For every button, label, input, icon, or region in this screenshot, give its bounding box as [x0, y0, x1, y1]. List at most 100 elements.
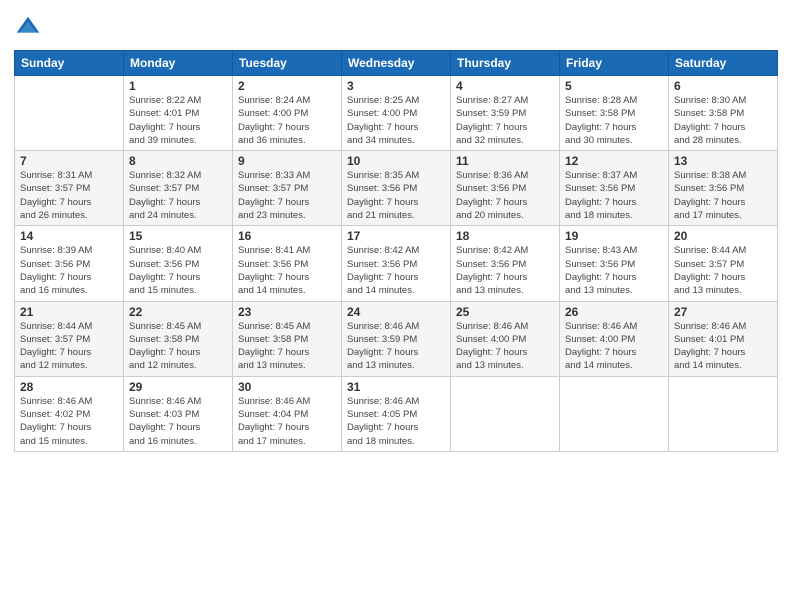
- calendar-cell: 10Sunrise: 8:35 AM Sunset: 3:56 PM Dayli…: [342, 151, 451, 226]
- day-number: 1: [129, 79, 227, 93]
- calendar-cell: 18Sunrise: 8:42 AM Sunset: 3:56 PM Dayli…: [451, 226, 560, 301]
- day-detail: Sunrise: 8:46 AM Sunset: 4:00 PM Dayligh…: [565, 320, 663, 373]
- calendar-cell: 26Sunrise: 8:46 AM Sunset: 4:00 PM Dayli…: [560, 301, 669, 376]
- calendar-week-3: 14Sunrise: 8:39 AM Sunset: 3:56 PM Dayli…: [15, 226, 778, 301]
- day-detail: Sunrise: 8:27 AM Sunset: 3:59 PM Dayligh…: [456, 94, 554, 147]
- col-header-friday: Friday: [560, 51, 669, 76]
- col-header-wednesday: Wednesday: [342, 51, 451, 76]
- calendar-cell: 7Sunrise: 8:31 AM Sunset: 3:57 PM Daylig…: [15, 151, 124, 226]
- day-number: 2: [238, 79, 336, 93]
- calendar-cell: 11Sunrise: 8:36 AM Sunset: 3:56 PM Dayli…: [451, 151, 560, 226]
- day-detail: Sunrise: 8:46 AM Sunset: 4:03 PM Dayligh…: [129, 395, 227, 448]
- calendar-cell: 27Sunrise: 8:46 AM Sunset: 4:01 PM Dayli…: [669, 301, 778, 376]
- calendar-cell: [451, 376, 560, 451]
- day-detail: Sunrise: 8:38 AM Sunset: 3:56 PM Dayligh…: [674, 169, 772, 222]
- calendar-cell: 16Sunrise: 8:41 AM Sunset: 3:56 PM Dayli…: [233, 226, 342, 301]
- day-detail: Sunrise: 8:24 AM Sunset: 4:00 PM Dayligh…: [238, 94, 336, 147]
- day-detail: Sunrise: 8:33 AM Sunset: 3:57 PM Dayligh…: [238, 169, 336, 222]
- day-number: 31: [347, 380, 445, 394]
- calendar-cell: [15, 76, 124, 151]
- day-number: 25: [456, 305, 554, 319]
- calendar-cell: 6Sunrise: 8:30 AM Sunset: 3:58 PM Daylig…: [669, 76, 778, 151]
- day-detail: Sunrise: 8:45 AM Sunset: 3:58 PM Dayligh…: [129, 320, 227, 373]
- day-detail: Sunrise: 8:39 AM Sunset: 3:56 PM Dayligh…: [20, 244, 118, 297]
- calendar-cell: 31Sunrise: 8:46 AM Sunset: 4:05 PM Dayli…: [342, 376, 451, 451]
- calendar-cell: [669, 376, 778, 451]
- day-number: 12: [565, 154, 663, 168]
- calendar-cell: [560, 376, 669, 451]
- calendar-cell: 8Sunrise: 8:32 AM Sunset: 3:57 PM Daylig…: [124, 151, 233, 226]
- day-detail: Sunrise: 8:42 AM Sunset: 3:56 PM Dayligh…: [347, 244, 445, 297]
- day-number: 13: [674, 154, 772, 168]
- day-number: 6: [674, 79, 772, 93]
- calendar-cell: 15Sunrise: 8:40 AM Sunset: 3:56 PM Dayli…: [124, 226, 233, 301]
- col-header-tuesday: Tuesday: [233, 51, 342, 76]
- day-detail: Sunrise: 8:28 AM Sunset: 3:58 PM Dayligh…: [565, 94, 663, 147]
- calendar-week-2: 7Sunrise: 8:31 AM Sunset: 3:57 PM Daylig…: [15, 151, 778, 226]
- calendar-cell: 20Sunrise: 8:44 AM Sunset: 3:57 PM Dayli…: [669, 226, 778, 301]
- col-header-monday: Monday: [124, 51, 233, 76]
- col-header-sunday: Sunday: [15, 51, 124, 76]
- day-number: 23: [238, 305, 336, 319]
- day-detail: Sunrise: 8:44 AM Sunset: 3:57 PM Dayligh…: [674, 244, 772, 297]
- day-detail: Sunrise: 8:46 AM Sunset: 4:02 PM Dayligh…: [20, 395, 118, 448]
- day-number: 18: [456, 229, 554, 243]
- calendar-table: SundayMondayTuesdayWednesdayThursdayFrid…: [14, 50, 778, 452]
- calendar-cell: 30Sunrise: 8:46 AM Sunset: 4:04 PM Dayli…: [233, 376, 342, 451]
- day-number: 19: [565, 229, 663, 243]
- header: [14, 10, 778, 42]
- col-header-thursday: Thursday: [451, 51, 560, 76]
- calendar-cell: 19Sunrise: 8:43 AM Sunset: 3:56 PM Dayli…: [560, 226, 669, 301]
- day-detail: Sunrise: 8:46 AM Sunset: 3:59 PM Dayligh…: [347, 320, 445, 373]
- day-detail: Sunrise: 8:37 AM Sunset: 3:56 PM Dayligh…: [565, 169, 663, 222]
- day-detail: Sunrise: 8:43 AM Sunset: 3:56 PM Dayligh…: [565, 244, 663, 297]
- day-number: 3: [347, 79, 445, 93]
- day-detail: Sunrise: 8:44 AM Sunset: 3:57 PM Dayligh…: [20, 320, 118, 373]
- logo-icon: [14, 14, 42, 42]
- day-number: 14: [20, 229, 118, 243]
- day-number: 8: [129, 154, 227, 168]
- calendar-cell: 21Sunrise: 8:44 AM Sunset: 3:57 PM Dayli…: [15, 301, 124, 376]
- day-number: 22: [129, 305, 227, 319]
- day-number: 20: [674, 229, 772, 243]
- calendar-cell: 12Sunrise: 8:37 AM Sunset: 3:56 PM Dayli…: [560, 151, 669, 226]
- logo: [14, 14, 46, 42]
- page: SundayMondayTuesdayWednesdayThursdayFrid…: [0, 0, 792, 612]
- calendar-week-4: 21Sunrise: 8:44 AM Sunset: 3:57 PM Dayli…: [15, 301, 778, 376]
- day-number: 16: [238, 229, 336, 243]
- calendar-cell: 1Sunrise: 8:22 AM Sunset: 4:01 PM Daylig…: [124, 76, 233, 151]
- calendar-cell: 28Sunrise: 8:46 AM Sunset: 4:02 PM Dayli…: [15, 376, 124, 451]
- calendar-header-row: SundayMondayTuesdayWednesdayThursdayFrid…: [15, 51, 778, 76]
- calendar-cell: 22Sunrise: 8:45 AM Sunset: 3:58 PM Dayli…: [124, 301, 233, 376]
- calendar-cell: 5Sunrise: 8:28 AM Sunset: 3:58 PM Daylig…: [560, 76, 669, 151]
- day-detail: Sunrise: 8:30 AM Sunset: 3:58 PM Dayligh…: [674, 94, 772, 147]
- calendar-cell: 17Sunrise: 8:42 AM Sunset: 3:56 PM Dayli…: [342, 226, 451, 301]
- calendar-cell: 14Sunrise: 8:39 AM Sunset: 3:56 PM Dayli…: [15, 226, 124, 301]
- day-detail: Sunrise: 8:31 AM Sunset: 3:57 PM Dayligh…: [20, 169, 118, 222]
- day-number: 5: [565, 79, 663, 93]
- day-number: 24: [347, 305, 445, 319]
- day-number: 30: [238, 380, 336, 394]
- calendar-cell: 25Sunrise: 8:46 AM Sunset: 4:00 PM Dayli…: [451, 301, 560, 376]
- day-number: 27: [674, 305, 772, 319]
- day-detail: Sunrise: 8:35 AM Sunset: 3:56 PM Dayligh…: [347, 169, 445, 222]
- day-number: 11: [456, 154, 554, 168]
- day-number: 7: [20, 154, 118, 168]
- day-detail: Sunrise: 8:40 AM Sunset: 3:56 PM Dayligh…: [129, 244, 227, 297]
- day-detail: Sunrise: 8:25 AM Sunset: 4:00 PM Dayligh…: [347, 94, 445, 147]
- calendar-cell: 23Sunrise: 8:45 AM Sunset: 3:58 PM Dayli…: [233, 301, 342, 376]
- day-detail: Sunrise: 8:32 AM Sunset: 3:57 PM Dayligh…: [129, 169, 227, 222]
- calendar-week-5: 28Sunrise: 8:46 AM Sunset: 4:02 PM Dayli…: [15, 376, 778, 451]
- day-detail: Sunrise: 8:46 AM Sunset: 4:04 PM Dayligh…: [238, 395, 336, 448]
- calendar-cell: 24Sunrise: 8:46 AM Sunset: 3:59 PM Dayli…: [342, 301, 451, 376]
- calendar-cell: 29Sunrise: 8:46 AM Sunset: 4:03 PM Dayli…: [124, 376, 233, 451]
- day-number: 26: [565, 305, 663, 319]
- day-detail: Sunrise: 8:41 AM Sunset: 3:56 PM Dayligh…: [238, 244, 336, 297]
- day-number: 21: [20, 305, 118, 319]
- day-detail: Sunrise: 8:22 AM Sunset: 4:01 PM Dayligh…: [129, 94, 227, 147]
- day-number: 10: [347, 154, 445, 168]
- col-header-saturday: Saturday: [669, 51, 778, 76]
- day-detail: Sunrise: 8:46 AM Sunset: 4:00 PM Dayligh…: [456, 320, 554, 373]
- day-number: 15: [129, 229, 227, 243]
- calendar-cell: 3Sunrise: 8:25 AM Sunset: 4:00 PM Daylig…: [342, 76, 451, 151]
